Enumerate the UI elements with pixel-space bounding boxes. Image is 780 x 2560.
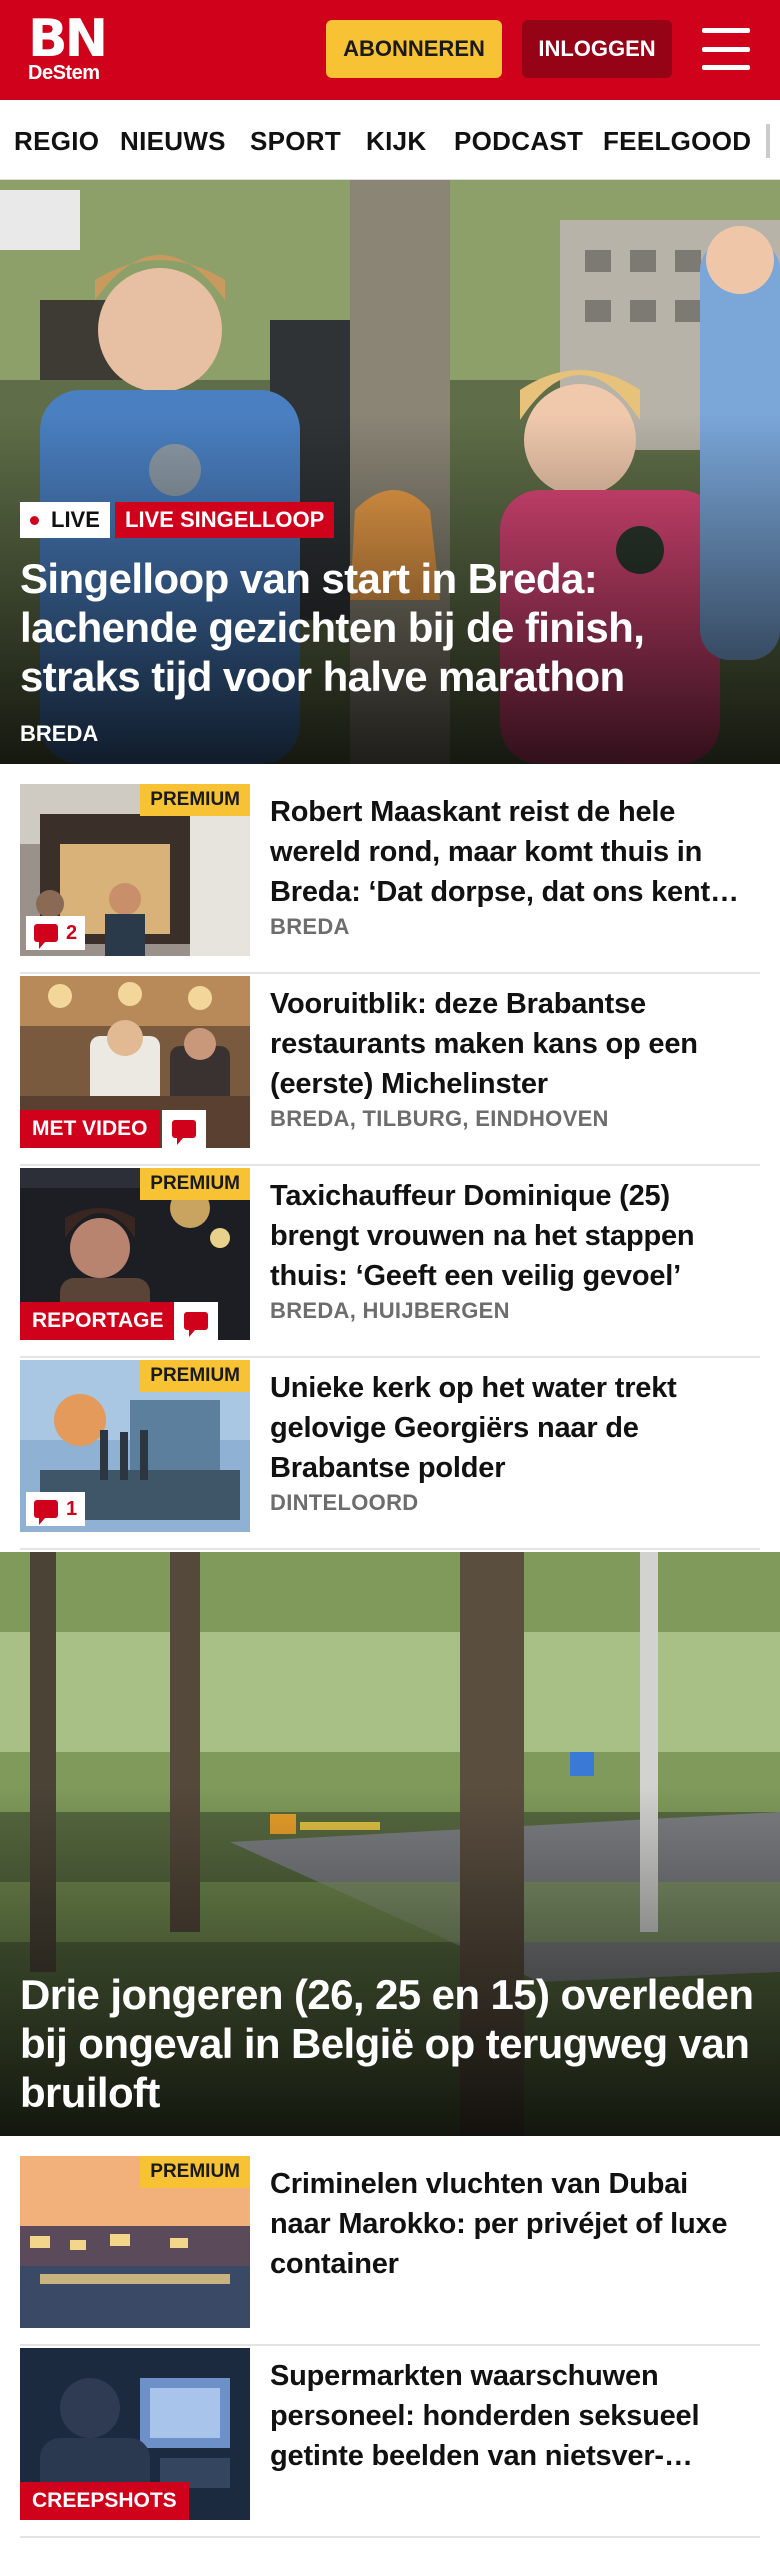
hero-location: BREDA [20,721,99,746]
article-item[interactable]: PREMIUM Criminelen vluchten van Dubai na… [20,2156,760,2346]
comment-bubble-icon [34,924,58,949]
reportage-tag: REPORTAGE [20,1302,176,1340]
article-title[interactable]: Robert Maaskant reist de hele wereld ron… [270,792,750,912]
article-title[interactable]: Unieke kerk op het water trekt gelovige … [270,1368,750,1488]
hero-article-singelloop[interactable]: LIVE LIVE SINGELLOOP Singelloop van star… [0,180,780,764]
live-topic-tag: LIVE SINGELLOOP [115,502,335,538]
article-thumbnail: PREMIUM 1 [20,1360,250,1532]
article-location: BREDA, TILBURG, EINDHOVEN [270,1106,609,1131]
nav-item-podcast[interactable]: PODCAST [454,126,583,157]
article-title[interactable]: Vooruitblik: deze Brabantse restaurants … [270,984,750,1104]
comment-count-badge: 1 [26,1492,86,1526]
live-badge: LIVE [20,502,110,538]
article-thumbnail: CREEPSHOTS [20,2348,250,2520]
top-header: BN DeStem ABONNEREN INLOGGEN [0,0,780,100]
article-location: DINTELOORD [270,1490,419,1515]
premium-badge: PREMIUM [140,1168,250,1200]
comment-bubble-icon [184,1312,208,1337]
nav-item-sport[interactable]: SPORT [250,126,341,157]
login-button[interactable]: INLOGGEN [522,20,672,78]
article-item[interactable]: PREMIUM REPORTAGE Taxichauffeur Dominiqu… [20,1168,760,1358]
nav-item-feelgood[interactable]: FEELGOOD [603,126,751,157]
article-item[interactable]: MET VIDEO Vooruitblik: deze Brabantse re… [20,976,760,1166]
hamburger-menu-icon[interactable] [702,28,750,70]
nav-item-regio[interactable]: REGIO [14,126,99,157]
hero-title[interactable]: Drie jongeren (26, 25 en 15) overleden b… [20,1970,760,2117]
premium-badge: PREMIUM [140,784,250,816]
article-item[interactable]: PREMIUM 1 Unieke kerk op het water trekt… [20,1360,760,1550]
comment-bubble-icon [172,1120,196,1145]
premium-badge: PREMIUM [140,1360,250,1392]
article-title[interactable]: Criminelen vluchten van Dubai naar Marok… [270,2164,750,2284]
hero-article-ongeval[interactable]: Drie jongeren (26, 25 en 15) overleden b… [0,1552,780,2136]
article-title[interactable]: Supermarkten waarschuwen personeel: hond… [270,2356,750,2476]
comment-count-badge: 2 [26,916,86,950]
site-logo[interactable]: BN DeStem [28,9,118,86]
article-title[interactable]: Taxichauffeur Dominique (25) brengt vrou… [270,1176,750,1296]
nav-item-kijk[interactable]: KIJK [366,126,426,157]
premium-badge: PREMIUM [140,2156,250,2188]
logo-main: BN [28,9,108,69]
hero-title[interactable]: Singelloop van start in Breda: lachende … [20,554,760,701]
comment-bubble-icon-box [174,1302,218,1340]
creepshots-tag: CREEPSHOTS [20,2482,189,2520]
comment-count: 2 [66,921,78,944]
article-location: BREDA, HUIJBERGEN [270,1298,510,1323]
subscribe-button[interactable]: ABONNEREN [326,20,502,78]
article-location: BREDA [270,914,350,939]
comment-bubble-icon-box [162,1110,206,1148]
comment-count: 1 [66,1497,78,1520]
article-item[interactable]: CREEPSHOTS Supermarkten waarschuwen pers… [20,2348,760,2538]
nav-overflow-indicator [766,124,770,158]
live-label: LIVE [51,507,100,532]
live-dot-icon [30,515,39,525]
video-tag: MET VIDEO [20,1110,160,1148]
article-thumbnail: PREMIUM REPORTAGE [20,1168,250,1340]
article-thumbnail: MET VIDEO [20,976,250,1148]
article-item[interactable]: PREMIUM 2 Robert Maaskant reist de hele … [20,784,760,974]
section-nav: REGIO NIEUWS SPORT KIJK PODCAST FEELGOOD [0,100,780,180]
article-thumbnail: PREMIUM [20,2156,250,2328]
nav-item-nieuws[interactable]: NIEUWS [120,126,226,157]
comment-bubble-icon [34,1500,58,1525]
article-thumbnail: PREMIUM 2 [20,784,250,956]
